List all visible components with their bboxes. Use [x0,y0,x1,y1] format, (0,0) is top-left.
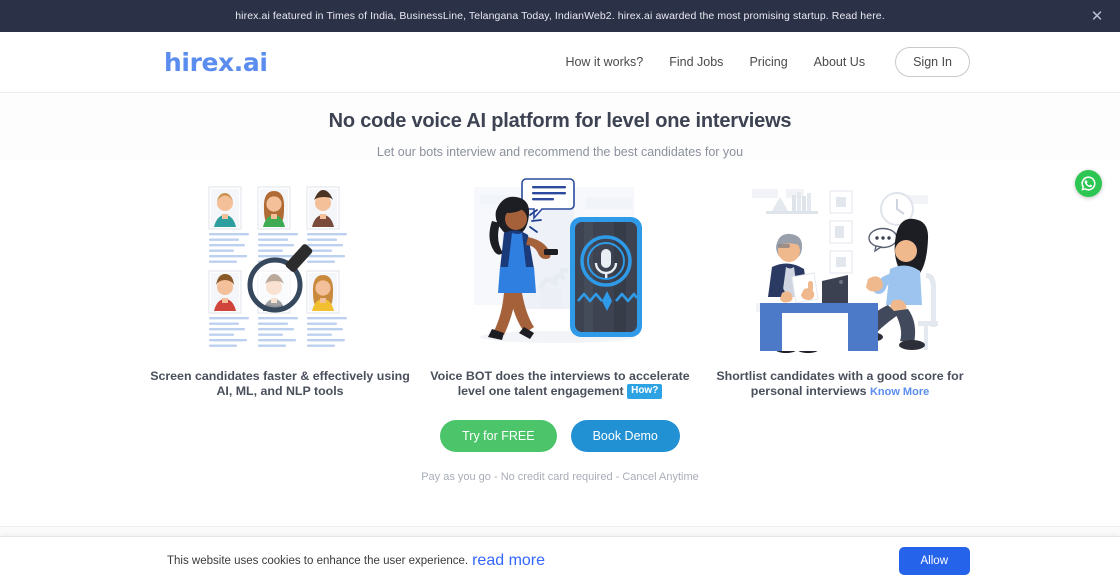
pricing-note: Pay as you go - No credit card required … [421,470,699,483]
voice-bot-phone-illustration [420,173,700,353]
try-for-free-button[interactable]: Try for FREE [440,419,557,452]
book-demo-button[interactable]: Book Demo [570,419,680,452]
main-nav: How it works? Find Jobs Pricing About Us… [565,47,970,77]
announcement-banner: hirex.ai featured in Times of India, Bus… [0,0,1120,32]
feature-caption-3: Shortlist candidates with a good score f… [700,369,980,398]
nav-item-pricing[interactable]: Pricing [749,55,787,69]
cta-row: Try for FREE Book Demo [0,419,1120,452]
feature-screen-candidates: Screen candidates faster & effectively u… [140,173,420,399]
feature-caption-2: Voice BOT does the interviews to acceler… [420,369,700,399]
know-more-link[interactable]: Know More [870,386,929,398]
cookie-allow-button[interactable]: Allow [898,546,970,575]
nav-item-how-it-works[interactable]: How it works? [565,55,643,69]
announcement-text: hirex.ai featured in Times of India, Bus… [235,10,885,22]
logo[interactable]: hirex.ai [164,48,268,77]
feature-shortlist: Shortlist candidates with a good score f… [700,173,980,399]
hero-section: No code voice AI platform for level one … [0,93,1120,159]
feature-columns: Screen candidates faster & effectively u… [0,173,1120,399]
cookie-read-more-link[interactable]: read more [472,552,545,570]
candidate-screening-illustration [140,173,420,353]
cookie-message: This website uses cookies to enhance the… [167,554,469,567]
interview-desk-illustration [700,173,980,353]
how-badge[interactable]: How? [627,383,663,399]
page-title: No code voice AI platform for level one … [328,110,792,132]
page-root: hirex.ai featured in Times of India, Bus… [0,0,1120,584]
nav-item-about-us[interactable]: About Us [814,55,865,69]
close-icon[interactable]: ✕ [1088,7,1106,25]
cookie-consent-bar: This website uses cookies to enhance the… [0,536,1120,584]
hero-subtitle: Let our bots interview and recommend the… [376,145,744,159]
feature-caption-1: Screen candidates faster & effectively u… [150,369,410,398]
whatsapp-icon[interactable] [1075,170,1102,197]
nav-item-find-jobs[interactable]: Find Jobs [669,55,723,69]
sign-in-button[interactable]: Sign In [895,47,970,77]
feature-voice-bot: Voice BOT does the interviews to acceler… [420,173,700,399]
page-edge-strip [0,526,1120,536]
site-header: hirex.ai How it works? Find Jobs Pricing… [0,32,1120,93]
